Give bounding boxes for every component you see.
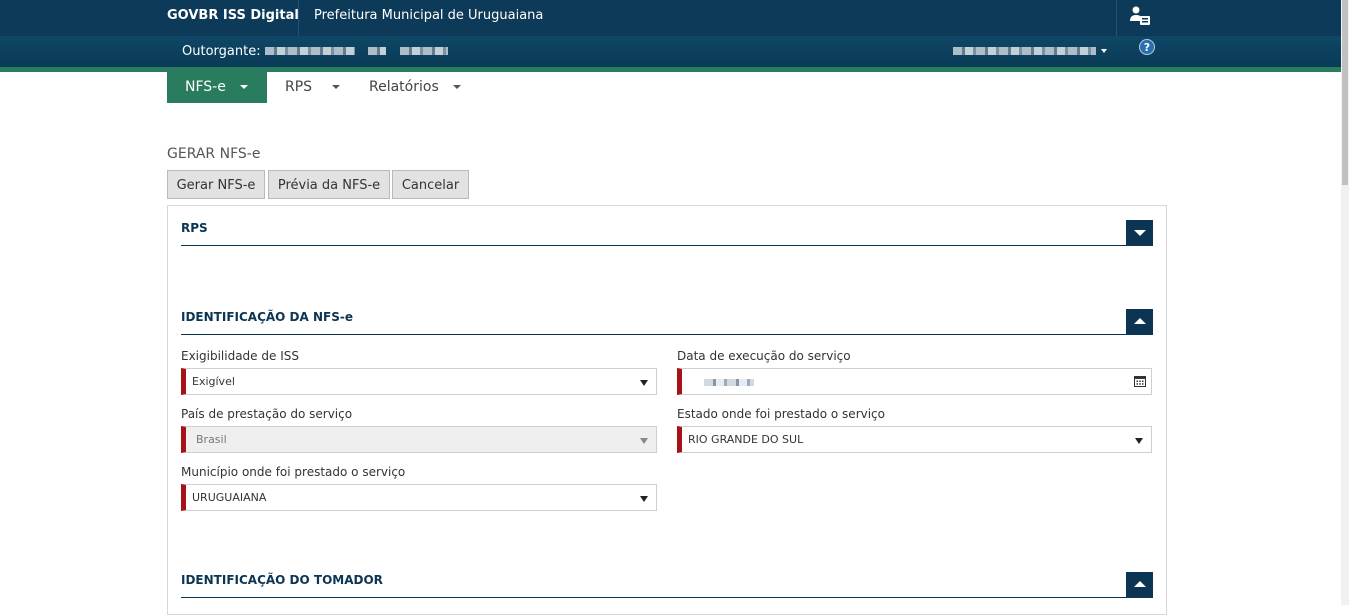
pais-value: Brasil [196, 433, 227, 446]
chevron-up-icon [1134, 581, 1146, 587]
calendar-icon[interactable] [1134, 375, 1146, 387]
redacted-user-name[interactable] [953, 47, 1096, 55]
redacted-outorgante-name [265, 47, 355, 55]
chevron-down-icon[interactable] [1101, 49, 1107, 53]
app-brand[interactable]: GOVBR ISS Digital [167, 8, 299, 23]
scrollbar-thumb[interactable] [1342, 0, 1348, 185]
chevron-down-icon [239, 85, 248, 89]
municipio-label: Município onde foi prestado o serviço [181, 465, 406, 479]
collapse-identificacao-tomador-button[interactable] [1126, 572, 1153, 597]
page-title: GERAR NFS-e [167, 146, 261, 162]
menu-label: NFS-e [185, 79, 226, 95]
menu-rps[interactable]: RPS [268, 72, 348, 103]
chevron-down-icon [640, 496, 648, 502]
data-execucao-input[interactable] [677, 368, 1152, 395]
menu-label: RPS [285, 79, 313, 95]
section-divider [181, 334, 1153, 335]
cancelar-button[interactable]: Cancelar [392, 170, 469, 199]
redacted-date-value [704, 379, 754, 386]
redacted-outorgante-name [368, 47, 386, 55]
outorgante-bar: Outorgante: ? [0, 36, 1341, 67]
menu-relatorios[interactable]: Relatórios [352, 72, 472, 103]
divider [298, 0, 299, 36]
outorgante-label: Outorgante: [182, 44, 261, 59]
section-title-identificacao-nfse: IDENTIFICAÇÃO DA NFS-e [181, 310, 353, 324]
estado-select[interactable]: RIO GRANDE DO SUL [677, 426, 1152, 453]
collapse-identificacao-nfse-button[interactable] [1126, 309, 1153, 334]
estado-value: RIO GRANDE DO SUL [688, 433, 804, 446]
menu-nfse[interactable]: NFS-e [167, 72, 267, 103]
municipio-value: URUGUAIANA [192, 491, 267, 504]
divider [1116, 0, 1117, 36]
chevron-up-icon [1134, 318, 1146, 324]
chevron-down-icon [640, 380, 648, 386]
chevron-down-icon [332, 85, 341, 89]
top-bar: GOVBR ISS Digital Prefeitura Municipal d… [0, 0, 1341, 36]
section-divider [181, 597, 1153, 598]
pais-select: Brasil [181, 426, 657, 453]
municipio-select[interactable]: URUGUAIANA [181, 484, 657, 511]
gerar-nfse-button[interactable]: Gerar NFS-e [167, 170, 265, 199]
chevron-down-icon [452, 85, 461, 89]
chevron-down-icon [1134, 230, 1146, 236]
data-execucao-label: Data de execução do serviço [677, 349, 851, 363]
redacted-outorgante-name [400, 47, 448, 55]
chevron-down-icon [1135, 438, 1143, 444]
expand-rps-button[interactable] [1126, 220, 1153, 245]
estado-label: Estado onde foi prestado o serviço [677, 407, 885, 421]
exigibilidade-label: Exigibilidade de ISS [181, 349, 299, 363]
menu-label: Relatórios [369, 79, 439, 95]
help-icon[interactable]: ? [1139, 39, 1155, 55]
previa-nfse-button[interactable]: Prévia da NFS-e [268, 170, 390, 199]
section-title-rps: RPS [181, 221, 208, 235]
exigibilidade-value: Exigível [192, 375, 235, 388]
chevron-down-icon [640, 438, 648, 444]
user-card-icon[interactable] [1129, 5, 1151, 27]
pais-label: País de prestação do serviço [181, 407, 353, 421]
exigibilidade-select[interactable]: Exigível [181, 368, 657, 395]
municipality-title: Prefeitura Municipal de Uruguaiana [314, 8, 544, 23]
section-title-identificacao-tomador: IDENTIFICAÇÃO DO TOMADOR [181, 573, 383, 587]
section-divider [181, 245, 1153, 246]
